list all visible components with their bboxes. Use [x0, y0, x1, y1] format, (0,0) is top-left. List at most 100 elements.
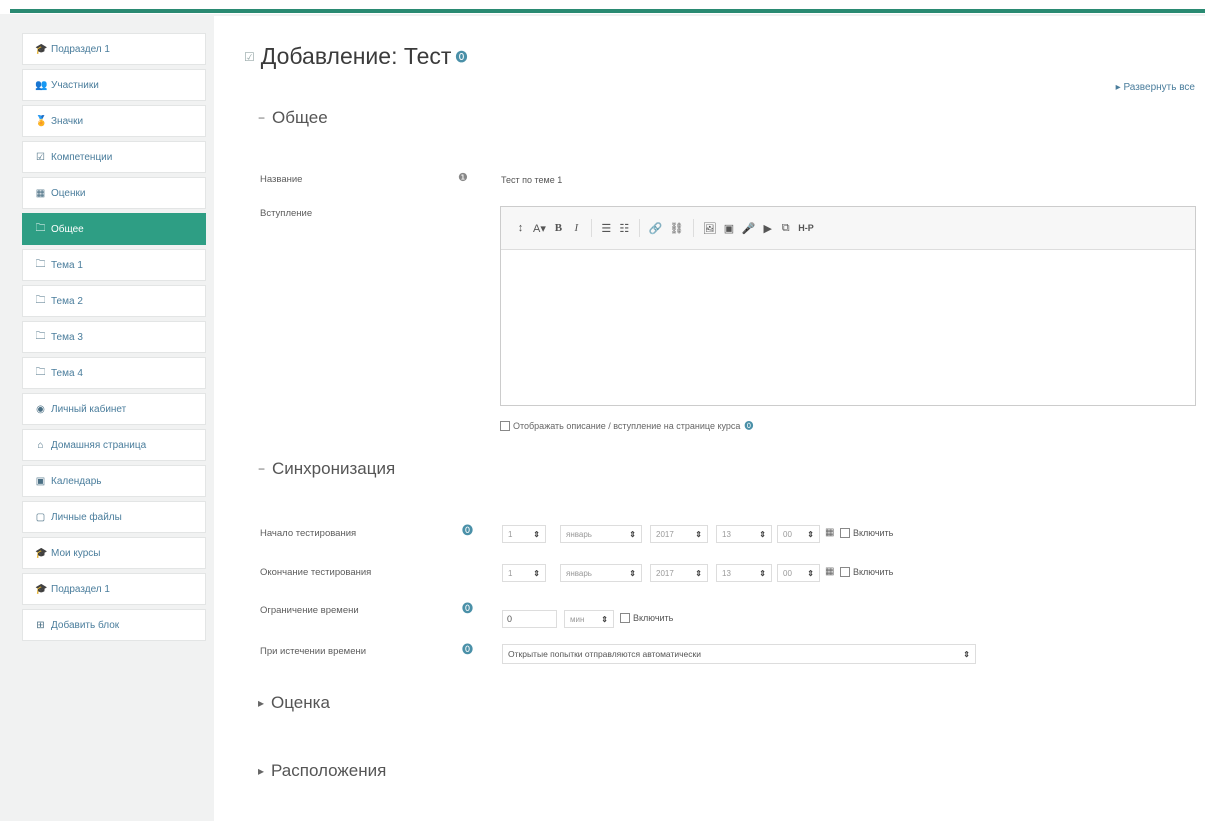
limit-enable-row[interactable]: Включить [620, 613, 673, 623]
close-month-select[interactable]: январь ⇕ [560, 564, 642, 582]
sidebar-item-topic-3[interactable]: 🗀 Тема 3 [22, 321, 206, 353]
section-grade-toggle[interactable]: ▸ Оценка [258, 693, 330, 713]
bold-button[interactable]: B [553, 222, 564, 234]
name-field[interactable] [497, 171, 865, 189]
sidebar-item-participants[interactable]: 👥 Участники [22, 69, 206, 101]
unlink-button[interactable]: ⛓ [670, 222, 684, 235]
h5p-button[interactable]: H-P [798, 223, 814, 233]
close-year-select[interactable]: 2017 ⇕ [650, 564, 708, 582]
open-enable-checkbox[interactable] [840, 528, 850, 538]
sidebar-item-label: Подраздел 1 [51, 43, 110, 55]
sidebar-item-topic-1[interactable]: 🗀 Тема 1 [22, 249, 206, 281]
help-icon[interactable]: ⓿ [462, 641, 473, 657]
section-timing-toggle[interactable]: − Синхронизация [258, 459, 395, 479]
section-general-title: Общее [272, 108, 328, 127]
sidebar-item-label: Тема 4 [51, 367, 83, 379]
select-arrow-icon: ⇕ [629, 529, 636, 539]
required-icon: ❶ [458, 172, 468, 184]
expand-all-link[interactable]: ▸ Развернуть все [1116, 82, 1195, 93]
show-description-row[interactable]: Отображать описание / вступление на стра… [500, 419, 753, 432]
name-label: Название [260, 174, 303, 185]
section-timing-title: Синхронизация [272, 459, 396, 478]
home-icon: ⌂ [37, 439, 44, 451]
time-limit-input[interactable] [502, 610, 557, 628]
manage-files-button[interactable]: ⧉ [780, 222, 791, 235]
sidebar-nav: 🎓 Подраздел 1 👥 Участники 🏅 Значки ☑ Компете… [22, 33, 206, 645]
time-limit-label: Ограничение времени [260, 605, 359, 616]
calendar-icon[interactable]: ▦ [825, 527, 834, 538]
select-arrow-icon: ⇕ [695, 568, 702, 578]
toolbar-divider [638, 219, 640, 237]
month-value: январь [566, 568, 592, 578]
close-hour-select[interactable]: 13 ⇕ [716, 564, 772, 582]
sidebar-item-dashboard[interactable]: ◉ Личный кабинет [22, 393, 206, 425]
sidebar-item-my-courses[interactable]: 🎓 Мои курсы [22, 537, 206, 569]
time-expire-select[interactable]: Открытые попытки отправляются автоматиче… [502, 644, 976, 664]
media-button[interactable]: ▣ [724, 222, 735, 235]
close-day-select[interactable]: 1 ⇕ [502, 564, 546, 582]
month-value: январь [566, 529, 592, 539]
sidebar-item-badges[interactable]: 🏅 Значки [22, 105, 206, 137]
italic-button[interactable]: I [571, 222, 582, 234]
limit-enable-checkbox[interactable] [620, 613, 630, 623]
sidebar-item-label: Личные файлы [51, 511, 122, 523]
open-day-select[interactable]: 1 ⇕ [502, 525, 546, 543]
sidebar-item-calendar[interactable]: ▣ Календарь [22, 465, 206, 497]
open-minute-select[interactable]: 00 ⇕ [777, 525, 820, 543]
expand-toolbar-button[interactable]: ↕ [515, 222, 526, 234]
help-icon[interactable]: ⓿ [744, 419, 753, 432]
sidebar-item-label: Общее [51, 223, 84, 235]
editor-text-area[interactable] [501, 250, 1195, 404]
minute-value: 00 [783, 568, 792, 578]
folder-icon: 🗀 [35, 330, 46, 342]
close-enable-checkbox[interactable] [840, 567, 850, 577]
users-icon: 👥 [35, 79, 48, 91]
image-button[interactable]: 🖼 [703, 222, 717, 235]
sidebar-item-private-files[interactable]: ▢ Личные файлы [22, 501, 206, 533]
enable-label: Включить [853, 567, 894, 577]
checklist-icon: ☑ [36, 151, 45, 163]
video-record-button[interactable]: ▶ [762, 222, 773, 235]
sidebar-item-label: Подраздел 1 [51, 583, 110, 595]
link-button[interactable]: 🔗 [649, 222, 663, 235]
bullet-list-button[interactable]: ☰ [601, 222, 612, 235]
help-icon[interactable]: ⓿ [455, 48, 467, 65]
sidebar-item-competencies[interactable]: ☑ Компетенции [22, 141, 206, 173]
sidebar-item-subsection-2[interactable]: 🎓 Подраздел 1 [22, 573, 206, 605]
section-grade-title: Оценка [271, 693, 330, 712]
chevron-down-icon: − [258, 111, 266, 125]
sidebar-item-general[interactable]: 🗀 Общее [22, 213, 206, 245]
time-unit-select[interactable]: мин ⇕ [564, 610, 614, 628]
folder-icon: 🗀 [35, 366, 46, 378]
file-icon: ▢ [35, 511, 46, 523]
font-style-button[interactable]: A▾ [533, 222, 546, 235]
select-arrow-icon: ⇕ [807, 529, 814, 539]
time-expire-label: При истечении времени [260, 646, 367, 657]
top-bar [0, 0, 1205, 14]
sidebar-item-topic-2[interactable]: 🗀 Тема 2 [22, 285, 206, 317]
numbered-list-button[interactable]: ☷ [619, 222, 630, 235]
quiz-icon: ☑ [244, 49, 255, 64]
open-enable-row[interactable]: Включить [840, 528, 893, 538]
year-value: 2017 [656, 529, 674, 539]
help-icon[interactable]: ⓿ [462, 600, 473, 616]
section-general-toggle[interactable]: − Общее [258, 108, 328, 128]
close-minute-select[interactable]: 00 ⇕ [777, 564, 820, 582]
sidebar-item-topic-4[interactable]: 🗀 Тема 4 [22, 357, 206, 389]
section-layout-toggle[interactable]: ▸ Расположения [258, 761, 386, 781]
toolbar-divider [590, 219, 592, 237]
audio-record-button[interactable]: 🎤 [742, 222, 756, 235]
open-hour-select[interactable]: 13 ⇕ [716, 525, 772, 543]
sidebar-item-grades[interactable]: ▦ Оценки [22, 177, 206, 209]
select-arrow-icon: ⇕ [533, 568, 540, 578]
help-icon[interactable]: ⓿ [462, 522, 473, 538]
sidebar-item-add-block[interactable]: ⊞ Добавить блок [22, 609, 206, 641]
close-enable-row[interactable]: Включить [840, 567, 893, 577]
sidebar-item-subsection[interactable]: 🎓 Подраздел 1 [22, 33, 206, 65]
intro-editor[interactable]: ↕ A▾ B I ☰ ☷ 🔗 ⛓ 🖼 ▣ 🎤 ▶ ⧉ H-P [500, 206, 1196, 406]
open-year-select[interactable]: 2017 ⇕ [650, 525, 708, 543]
sidebar-item-home[interactable]: ⌂ Домашняя страница [22, 429, 206, 461]
open-month-select[interactable]: январь ⇕ [560, 525, 642, 543]
show-description-checkbox[interactable] [500, 420, 510, 431]
calendar-icon[interactable]: ▦ [825, 566, 834, 577]
